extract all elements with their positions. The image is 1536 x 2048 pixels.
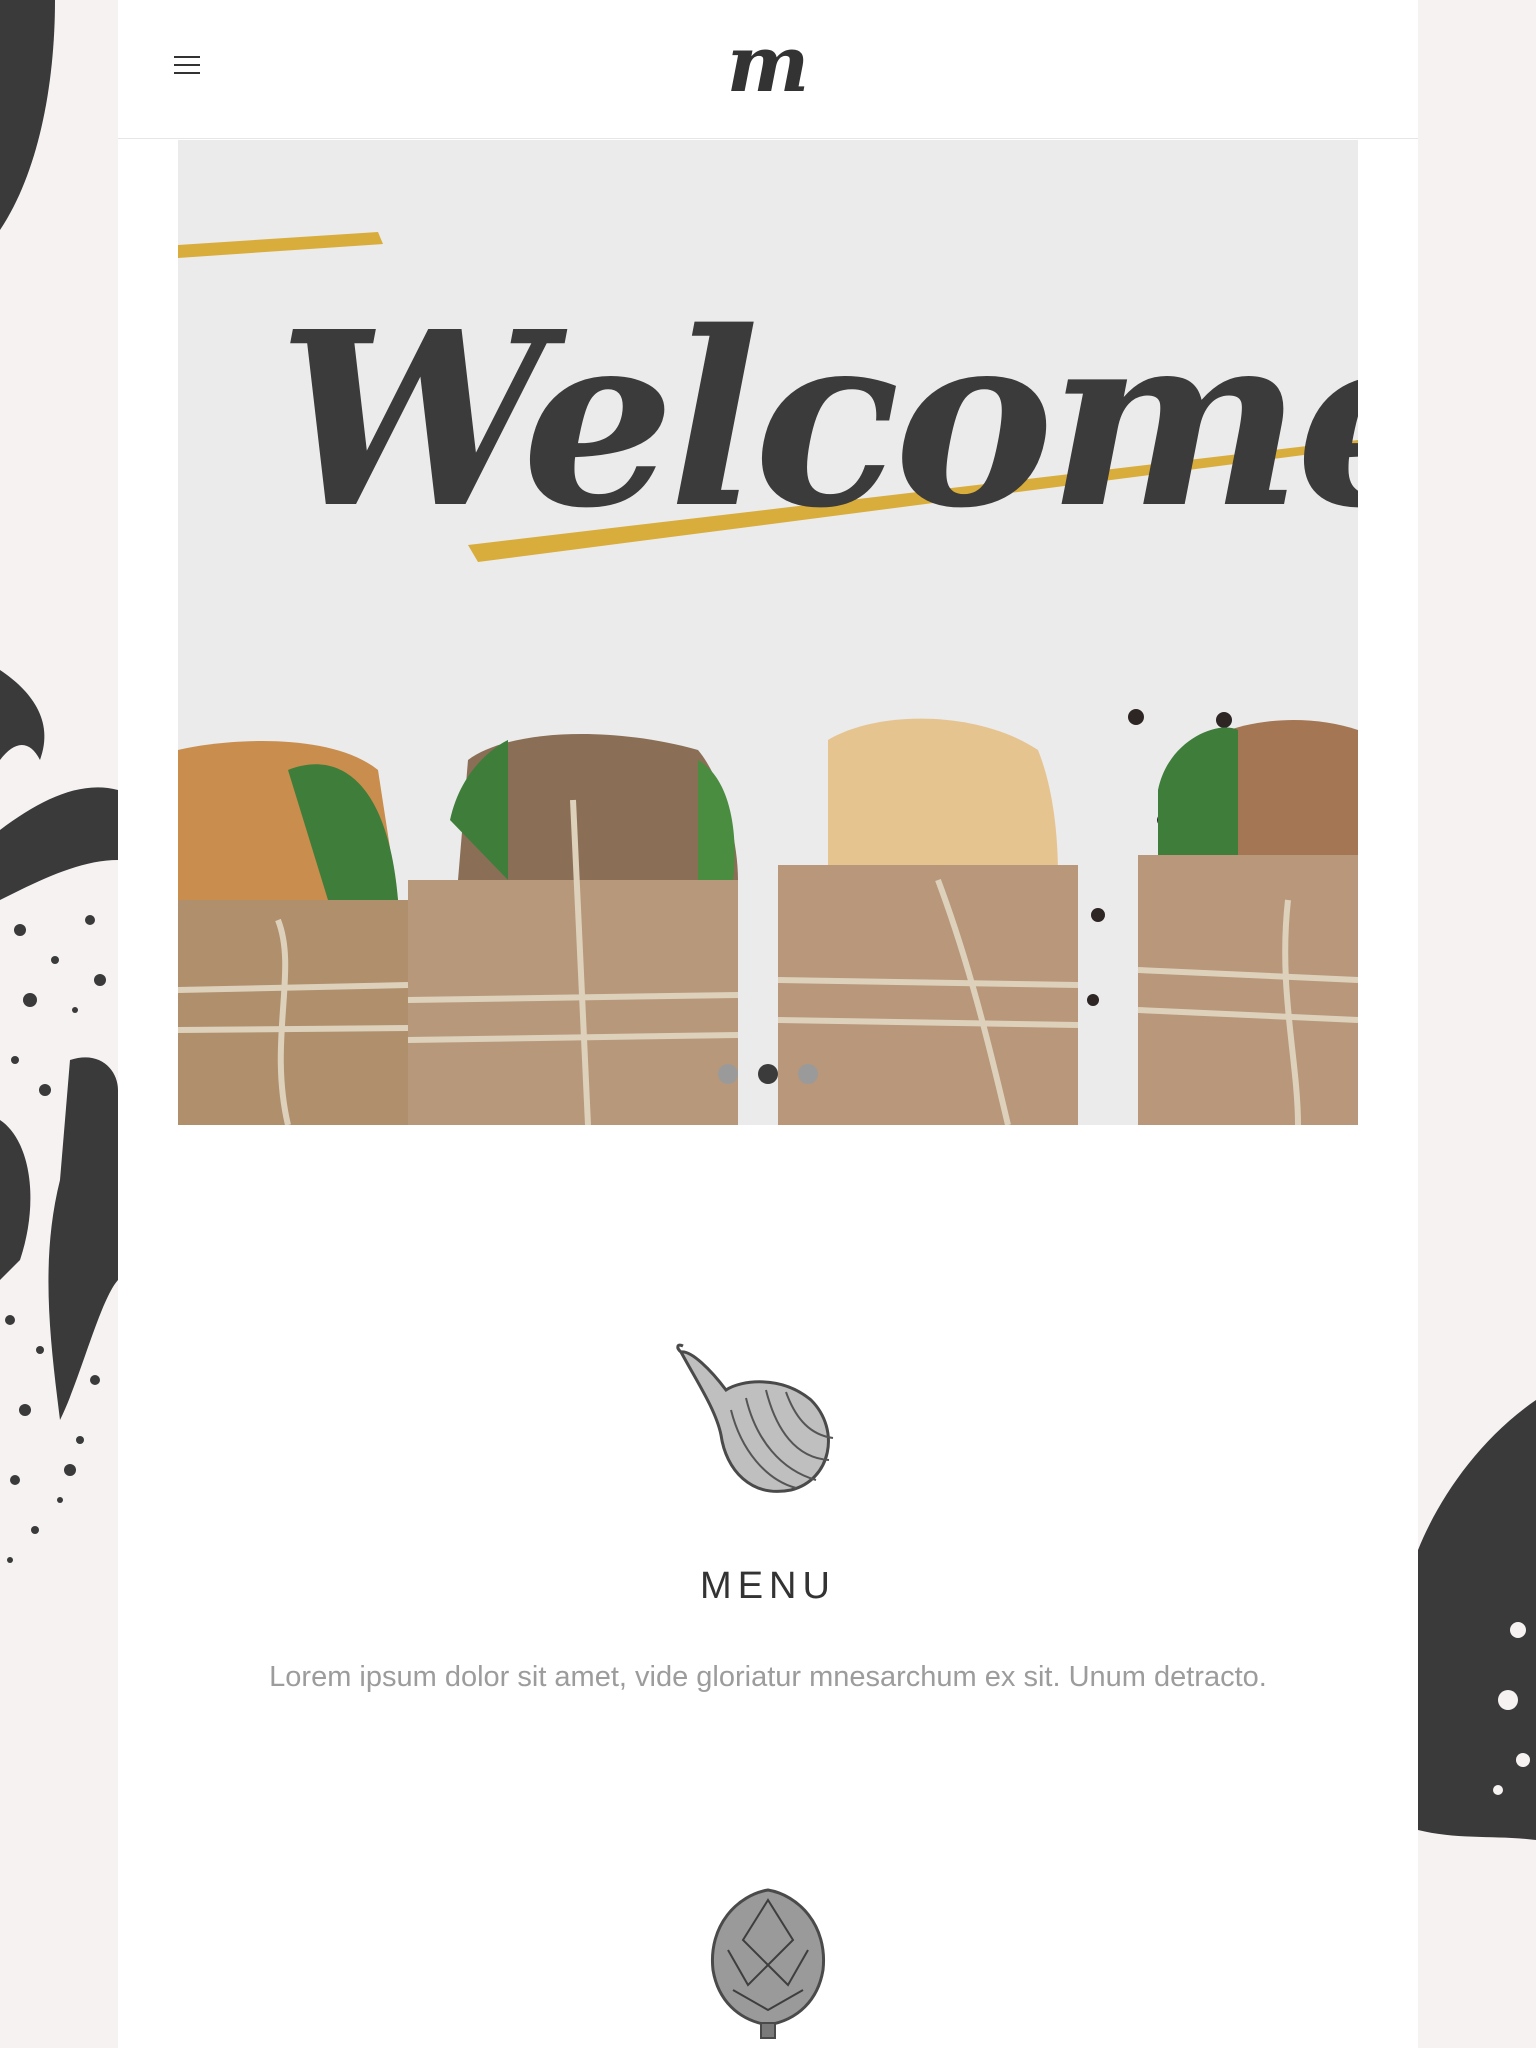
menu-title: MENU xyxy=(700,1565,836,1607)
hero-slider[interactable]: Welcome! xyxy=(178,140,1358,1125)
onion-icon xyxy=(676,1343,834,1493)
right-decorative-art xyxy=(1418,1400,1536,1840)
left-decorative-art xyxy=(0,0,118,1563)
slider-pagination xyxy=(178,1064,1358,1084)
slider-dot-2[interactable] xyxy=(758,1064,778,1084)
menu-description: Lorem ipsum dolor sit amet, vide gloriat… xyxy=(269,1661,1267,1693)
hamburger-icon[interactable] xyxy=(174,56,200,76)
slider-dot-3[interactable] xyxy=(798,1064,818,1084)
slider-dot-1[interactable] xyxy=(718,1064,738,1084)
site-logo[interactable]: m xyxy=(727,26,810,104)
hero-welcome-text: Welcome! xyxy=(278,279,1358,561)
top-bar: m xyxy=(118,0,1418,139)
page-container: m Welcom MENU Lorem ipsum dolor sit amet… xyxy=(118,0,1418,2048)
artichoke-icon xyxy=(710,1888,826,2039)
